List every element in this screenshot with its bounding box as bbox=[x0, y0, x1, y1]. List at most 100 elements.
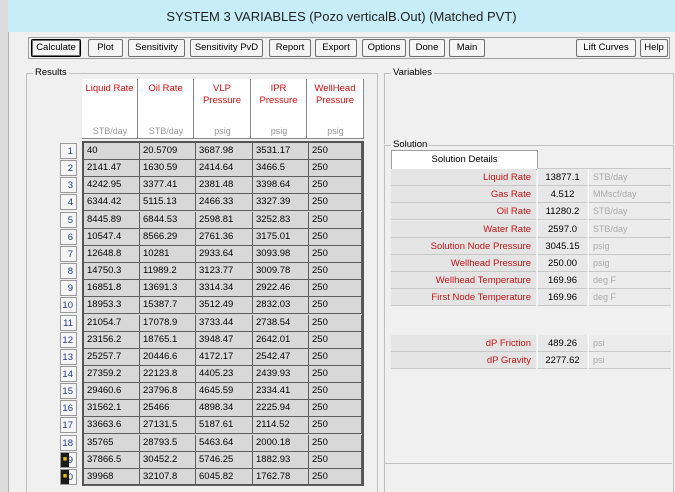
plot-button[interactable]: Plot bbox=[88, 39, 123, 57]
cell-vlp-pressure[interactable]: 3123.77 bbox=[196, 263, 253, 280]
cell-ipr-pressure[interactable]: 3252.83 bbox=[253, 211, 309, 228]
cell-ipr-pressure[interactable]: 3093.98 bbox=[253, 245, 309, 262]
cell-wellhead-pressure[interactable]: 250 bbox=[309, 400, 362, 417]
cell-vlp-pressure[interactable]: 3512.49 bbox=[196, 297, 253, 314]
cell-oil-rate[interactable]: 22123.8 bbox=[140, 365, 196, 382]
cell-wellhead-pressure[interactable]: 250 bbox=[309, 211, 362, 228]
table-row[interactable]: 18953.3 15387.7 3512.49 2832.03 250 bbox=[84, 297, 362, 315]
cell-ipr-pressure[interactable]: 1882.93 bbox=[253, 451, 309, 468]
cell-ipr-pressure[interactable]: 1762.78 bbox=[253, 468, 309, 485]
table-row[interactable]: 37866.5 30452.2 5746.25 1882.93 250 bbox=[84, 451, 362, 469]
table-row[interactable]: 16851.8 13691.3 3314.34 2922.46 250 bbox=[84, 280, 362, 298]
row-number[interactable]: 14 bbox=[60, 365, 77, 382]
cell-wellhead-pressure[interactable]: 250 bbox=[309, 143, 362, 159]
row-number[interactable]: 13 bbox=[60, 348, 77, 365]
cell-ipr-pressure[interactable]: 3327.39 bbox=[253, 194, 309, 211]
main-button[interactable]: Main bbox=[449, 39, 485, 57]
cell-wellhead-pressure[interactable]: 250 bbox=[309, 383, 362, 400]
cell-oil-rate[interactable]: 17078.9 bbox=[140, 314, 196, 331]
sensitivity-pvd-button[interactable]: Sensitivity PvD bbox=[190, 39, 263, 57]
cell-oil-rate[interactable]: 20.5709 bbox=[140, 143, 196, 159]
cell-vlp-pressure[interactable]: 3314.34 bbox=[196, 280, 253, 297]
cell-wellhead-pressure[interactable]: 250 bbox=[309, 177, 362, 194]
cell-oil-rate[interactable]: 32107.8 bbox=[140, 468, 196, 485]
cell-liquid-rate[interactable]: 14750.3 bbox=[84, 263, 140, 280]
cell-oil-rate[interactable]: 30452.2 bbox=[140, 451, 196, 468]
row-number[interactable]: 15 bbox=[60, 383, 77, 400]
cell-liquid-rate[interactable]: 10547.4 bbox=[84, 228, 140, 245]
cell-vlp-pressure[interactable]: 4898.34 bbox=[196, 400, 253, 417]
cell-liquid-rate[interactable]: 29460.6 bbox=[84, 383, 140, 400]
table-row[interactable]: 25257.7 20446.6 4172.17 2542.47 250 bbox=[84, 348, 362, 366]
cell-oil-rate[interactable]: 10281 bbox=[140, 245, 196, 262]
cell-liquid-rate[interactable]: 18953.3 bbox=[84, 297, 140, 314]
row-number[interactable]: 9 bbox=[60, 280, 77, 297]
cell-oil-rate[interactable]: 15387.7 bbox=[140, 297, 196, 314]
table-row[interactable]: 6344.42 5115.13 2466.33 3327.39 250 bbox=[84, 194, 362, 212]
cell-ipr-pressure[interactable]: 2225.94 bbox=[253, 400, 309, 417]
cell-liquid-rate[interactable]: 25257.7 bbox=[84, 348, 140, 365]
cell-vlp-pressure[interactable]: 2598.81 bbox=[196, 211, 253, 228]
cell-ipr-pressure[interactable]: 2832.03 bbox=[253, 297, 309, 314]
help-button[interactable]: Help bbox=[640, 39, 668, 57]
cell-vlp-pressure[interactable]: 2933.64 bbox=[196, 245, 253, 262]
cell-wellhead-pressure[interactable]: 250 bbox=[309, 160, 362, 177]
cell-oil-rate[interactable]: 13691.3 bbox=[140, 280, 196, 297]
row-number[interactable]: 7 bbox=[60, 245, 77, 262]
row-number[interactable]: 18 bbox=[60, 434, 77, 451]
row-number[interactable]: 12 bbox=[60, 331, 77, 348]
cell-liquid-rate[interactable]: 16851.8 bbox=[84, 280, 140, 297]
table-row[interactable]: 31562.1 25466 4898.34 2225.94 250 bbox=[84, 400, 362, 418]
cell-oil-rate[interactable]: 6844.53 bbox=[140, 211, 196, 228]
table-row[interactable]: 23156.2 18765.1 3948.47 2642.01 250 bbox=[84, 331, 362, 349]
cell-liquid-rate[interactable]: 27359.2 bbox=[84, 365, 140, 382]
cell-wellhead-pressure[interactable]: 250 bbox=[309, 417, 362, 434]
row-number[interactable]: 17 bbox=[60, 417, 77, 434]
cell-ipr-pressure[interactable]: 3175.01 bbox=[253, 228, 309, 245]
cell-oil-rate[interactable]: 11989.2 bbox=[140, 263, 196, 280]
cell-liquid-rate[interactable]: 6344.42 bbox=[84, 194, 140, 211]
table-row[interactable]: 8445.89 6844.53 2598.81 3252.83 250 bbox=[84, 211, 362, 229]
cell-vlp-pressure[interactable]: 2466.33 bbox=[196, 194, 253, 211]
table-row[interactable]: 4242.95 3377.41 2381.48 3398.64 250 bbox=[84, 177, 362, 195]
table-row[interactable]: 39968 32107.8 6045.82 1762.78 250 bbox=[84, 468, 362, 486]
cell-ipr-pressure[interactable]: 2642.01 bbox=[253, 331, 309, 348]
calculate-button[interactable]: Calculate bbox=[31, 39, 81, 57]
cell-vlp-pressure[interactable]: 2761.36 bbox=[196, 228, 253, 245]
table-row[interactable]: 35765 28793.5 5463.64 2000.18 250 bbox=[84, 434, 362, 452]
cell-wellhead-pressure[interactable]: 250 bbox=[309, 280, 362, 297]
cell-liquid-rate[interactable]: 40 bbox=[84, 143, 140, 159]
cell-ipr-pressure[interactable]: 3466.5 bbox=[253, 160, 309, 177]
cell-vlp-pressure[interactable]: 3687.98 bbox=[196, 143, 253, 159]
cell-vlp-pressure[interactable]: 3733.44 bbox=[196, 314, 253, 331]
cell-liquid-rate[interactable]: 37866.5 bbox=[84, 451, 140, 468]
cell-vlp-pressure[interactable]: 5463.64 bbox=[196, 434, 253, 451]
lift-curves-button[interactable]: Lift Curves bbox=[576, 39, 636, 57]
cell-oil-rate[interactable]: 1630.59 bbox=[140, 160, 196, 177]
report-button[interactable]: Report bbox=[269, 39, 311, 57]
cell-wellhead-pressure[interactable]: 250 bbox=[309, 263, 362, 280]
cell-oil-rate[interactable]: 5115.13 bbox=[140, 194, 196, 211]
table-row[interactable]: 27359.2 22123.8 4405.23 2439.93 250 bbox=[84, 365, 362, 383]
cell-vlp-pressure[interactable]: 4405.23 bbox=[196, 365, 253, 382]
row-number[interactable]: 3 bbox=[60, 177, 77, 194]
cell-wellhead-pressure[interactable]: 250 bbox=[309, 314, 362, 331]
cell-liquid-rate[interactable]: 2141.47 bbox=[84, 160, 140, 177]
cell-wellhead-pressure[interactable]: 250 bbox=[309, 468, 362, 485]
cell-oil-rate[interactable]: 28793.5 bbox=[140, 434, 196, 451]
cell-wellhead-pressure[interactable]: 250 bbox=[309, 331, 362, 348]
row-number[interactable]: 10 bbox=[60, 297, 77, 314]
cell-vlp-pressure[interactable]: 4172.17 bbox=[196, 348, 253, 365]
cell-wellhead-pressure[interactable]: 250 bbox=[309, 297, 362, 314]
cell-vlp-pressure[interactable]: 5187.61 bbox=[196, 417, 253, 434]
cell-liquid-rate[interactable]: 4242.95 bbox=[84, 177, 140, 194]
cell-liquid-rate[interactable]: 31562.1 bbox=[84, 400, 140, 417]
row-number[interactable]: 4 bbox=[60, 194, 77, 211]
cell-wellhead-pressure[interactable]: 250 bbox=[309, 245, 362, 262]
cell-oil-rate[interactable]: 20446.6 bbox=[140, 348, 196, 365]
cell-vlp-pressure[interactable]: 4645.59 bbox=[196, 383, 253, 400]
cell-ipr-pressure[interactable]: 2922.46 bbox=[253, 280, 309, 297]
row-number[interactable]: 6 bbox=[60, 228, 77, 245]
cell-vlp-pressure[interactable]: 6045.82 bbox=[196, 468, 253, 485]
cell-vlp-pressure[interactable]: 5746.25 bbox=[196, 451, 253, 468]
